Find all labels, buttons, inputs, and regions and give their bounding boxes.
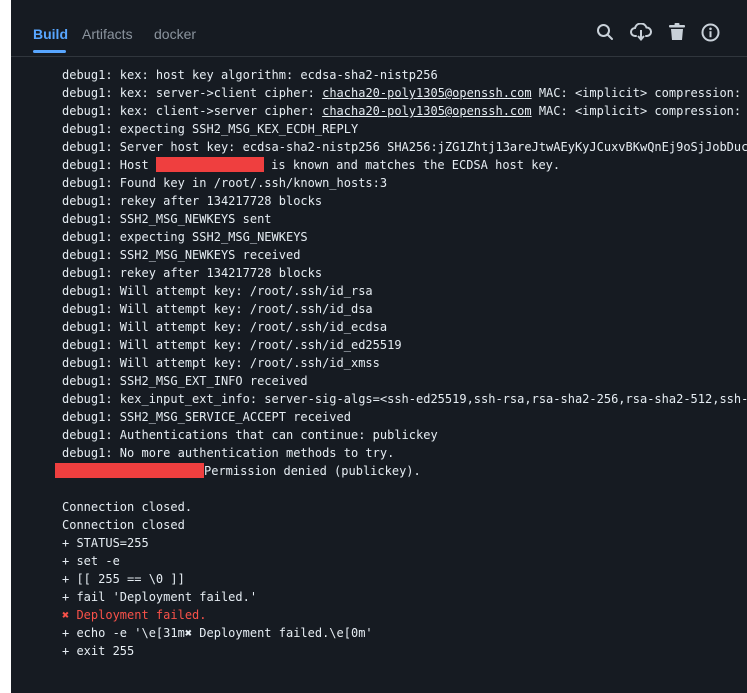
- log-line: debug1: Authentications that can continu…: [62, 428, 438, 442]
- log-line: debug1: Found key in /root/.ssh/known_ho…: [62, 176, 388, 190]
- log-line: debug1: rekey after 134217728 blocks: [62, 266, 323, 280]
- build-log-panel: Build Artifacts docker debug1: kex: host…: [11, 0, 747, 693]
- log-line: debug1: Will attempt key: /root/.ssh/id_…: [62, 302, 373, 316]
- tab-bar: Build Artifacts docker: [11, 0, 747, 57]
- log-line: debug1: Host is known and matches the EC…: [62, 157, 561, 172]
- log-line: + set -e: [62, 554, 120, 568]
- log-line: debug1: SSH2_MSG_SERVICE_ACCEPT received: [62, 410, 351, 424]
- log-line: debug1: expecting SSH2_MSG_KEX_ECDH_REPL…: [62, 122, 359, 136]
- info-icon[interactable]: [700, 22, 720, 42]
- log-line: debug1: rekey after 134217728 blocks: [62, 194, 323, 208]
- redacted-block: [155, 157, 264, 172]
- log-line: debug1: kex: host key algorithm: ecdsa-s…: [62, 68, 438, 82]
- error-log-line: ✖ Deployment failed.: [62, 608, 207, 622]
- log-line: Permission denied (publickey).: [55, 462, 421, 480]
- redacted-block: [55, 463, 204, 478]
- log-line: + echo -e '\e[31m✖ Deployment failed.\e[…: [62, 626, 373, 640]
- log-line: + [[ 255 == \0 ]]: [62, 572, 185, 586]
- log-line: Connection closed: [62, 518, 185, 532]
- search-icon[interactable]: [595, 22, 615, 42]
- log-line: + exit 255: [62, 644, 135, 658]
- log-line: debug1: Server host key: ecdsa-sha2-nist…: [62, 140, 747, 154]
- log-line: debug1: SSH2_MSG_NEWKEYS received: [62, 248, 301, 262]
- tab-docker[interactable]: docker: [154, 26, 196, 42]
- log-line: + STATUS=255: [62, 536, 149, 550]
- log-line: debug1: kex_input_ext_info: server-sig-a…: [62, 392, 747, 406]
- log-link[interactable]: chacha20-poly1305@openssh.com: [322, 104, 532, 118]
- tab-build[interactable]: Build: [33, 26, 68, 42]
- log-line: debug1: Will attempt key: /root/.ssh/id_…: [62, 284, 373, 298]
- log-line: debug1: Will attempt key: /root/.ssh/id_…: [62, 320, 388, 334]
- log-line: debug1: Will attempt key: /root/.ssh/id_…: [62, 338, 402, 352]
- log-line: debug1: kex: server->client cipher: chac…: [62, 86, 742, 100]
- log-line: debug1: SSH2_MSG_NEWKEYS sent: [62, 212, 272, 226]
- log-line: Connection closed.: [62, 500, 193, 514]
- log-line: + fail 'Deployment failed.': [62, 590, 258, 604]
- tab-artifacts[interactable]: Artifacts: [82, 26, 133, 42]
- log-line: debug1: SSH2_MSG_EXT_INFO received: [62, 374, 308, 388]
- log-link[interactable]: chacha20-poly1305@openssh.com: [322, 86, 532, 100]
- log-line: debug1: kex: client->server cipher: chac…: [62, 104, 742, 118]
- active-tab-indicator: [33, 50, 66, 53]
- cloud-download-icon[interactable]: [629, 22, 653, 42]
- log-output[interactable]: debug1: kex: host key algorithm: ecdsa-s…: [11, 57, 747, 693]
- log-line: debug1: No more authentication methods t…: [62, 446, 395, 460]
- trash-icon[interactable]: [667, 22, 687, 42]
- log-line: debug1: expecting SSH2_MSG_NEWKEYS: [62, 230, 308, 244]
- log-line: debug1: Will attempt key: /root/.ssh/id_…: [62, 356, 380, 370]
